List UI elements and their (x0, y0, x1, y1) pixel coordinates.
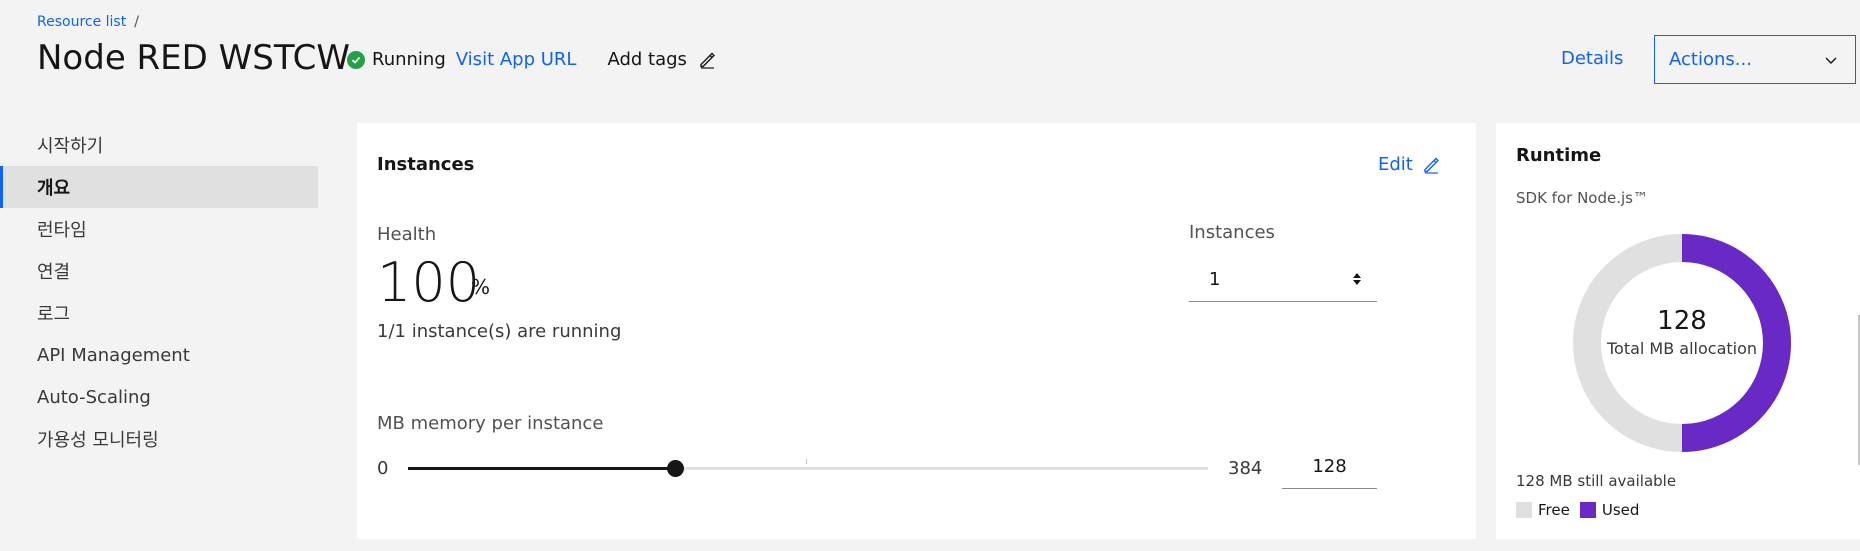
health-value: 100 (377, 251, 481, 314)
memory-value-input[interactable]: 128 (1282, 445, 1377, 489)
edit-pencil-icon (1424, 157, 1439, 174)
sidebar-item-auto-scaling[interactable]: Auto-Scaling (0, 376, 318, 418)
caret-up-icon[interactable] (1351, 271, 1363, 279)
instances-count-value: 1 (1209, 268, 1221, 290)
memory-slider-max: 384 (1228, 458, 1263, 479)
details-link[interactable]: Details (1561, 48, 1623, 69)
donut-center: 128 Total MB allocation (1572, 306, 1792, 358)
actions-label: Actions... (1669, 49, 1752, 70)
total-allocation-value: 128 (1657, 306, 1707, 336)
memory-slider[interactable] (408, 459, 1208, 477)
status-badge: Running (372, 49, 446, 70)
runtime-card-title: Runtime (1516, 145, 1602, 166)
page-title: Node RED WSTCW (37, 38, 350, 78)
memory-slider-tick (806, 459, 807, 464)
status-row: Running Visit App URL Add tags (347, 49, 716, 70)
sidebar-item-api-management[interactable]: API Management (0, 334, 318, 376)
sidebar-item-getting-started[interactable]: 시작하기 (0, 124, 318, 166)
legend-free-swatch (1516, 502, 1532, 518)
actions-dropdown[interactable]: Actions... (1654, 35, 1856, 84)
instances-card: Instances Edit Health 100 % 1/1 instance… (357, 123, 1476, 539)
page-header: Resource list / Node RED WSTCW Running Vi… (0, 0, 1860, 110)
edit-pencil-icon (700, 52, 715, 69)
memory-slider-min: 0 (377, 458, 389, 479)
runtime-card: Runtime SDK for Node.js™ 128 Total MB al… (1496, 123, 1860, 539)
caret-down-icon[interactable] (1351, 279, 1363, 287)
sidebar-nav: 시작하기 개요 런타임 연결 로그 API Management Auto-Sc… (0, 124, 318, 460)
sidebar-item-connections[interactable]: 연결 (0, 250, 318, 292)
visit-app-url-link[interactable]: Visit App URL (456, 49, 577, 70)
memory-label: MB memory per instance (377, 413, 604, 434)
edit-label: Edit (1378, 154, 1413, 175)
add-tags-label: Add tags (607, 49, 687, 70)
memory-slider-thumb[interactable] (666, 460, 684, 477)
health-unit: % (471, 275, 491, 299)
sidebar-item-overview[interactable]: 개요 (0, 166, 318, 208)
sidebar-item-logs[interactable]: 로그 (0, 292, 318, 334)
legend-used-label: Used (1601, 501, 1640, 519)
legend-used-swatch (1579, 502, 1596, 518)
runtime-sdk-name: SDK for Node.js™ (1516, 189, 1648, 207)
chevron-down-icon (1825, 57, 1837, 64)
instances-card-title: Instances (377, 154, 475, 175)
breadcrumb-separator: / (134, 14, 139, 30)
legend-free-label: Free (1538, 501, 1570, 519)
legend-free: Free (1516, 501, 1570, 519)
edit-instances-button[interactable]: Edit (1378, 154, 1440, 175)
legend-used: Used (1579, 501, 1640, 519)
instances-number-input[interactable]: 1 (1189, 257, 1377, 302)
running-check-icon (347, 50, 365, 69)
instances-count-label: Instances (1189, 222, 1275, 243)
instances-stepper[interactable] (1351, 271, 1363, 287)
memory-slider-fill (408, 467, 675, 470)
health-label: Health (377, 224, 437, 245)
sidebar-item-availability-monitoring[interactable]: 가용성 모니터링 (0, 418, 318, 460)
memory-available-text: 128 MB still available (1516, 472, 1677, 490)
breadcrumb-resource-list[interactable]: Resource list (37, 14, 126, 30)
donut-legend: Free Used (1516, 501, 1649, 519)
breadcrumb: Resource list / (37, 14, 139, 30)
add-tags-button[interactable]: Add tags (607, 49, 715, 70)
health-summary: 1/1 instance(s) are running (377, 321, 622, 342)
sidebar-item-runtime[interactable]: 런타임 (0, 208, 318, 250)
total-allocation-label: Total MB allocation (1606, 339, 1758, 358)
